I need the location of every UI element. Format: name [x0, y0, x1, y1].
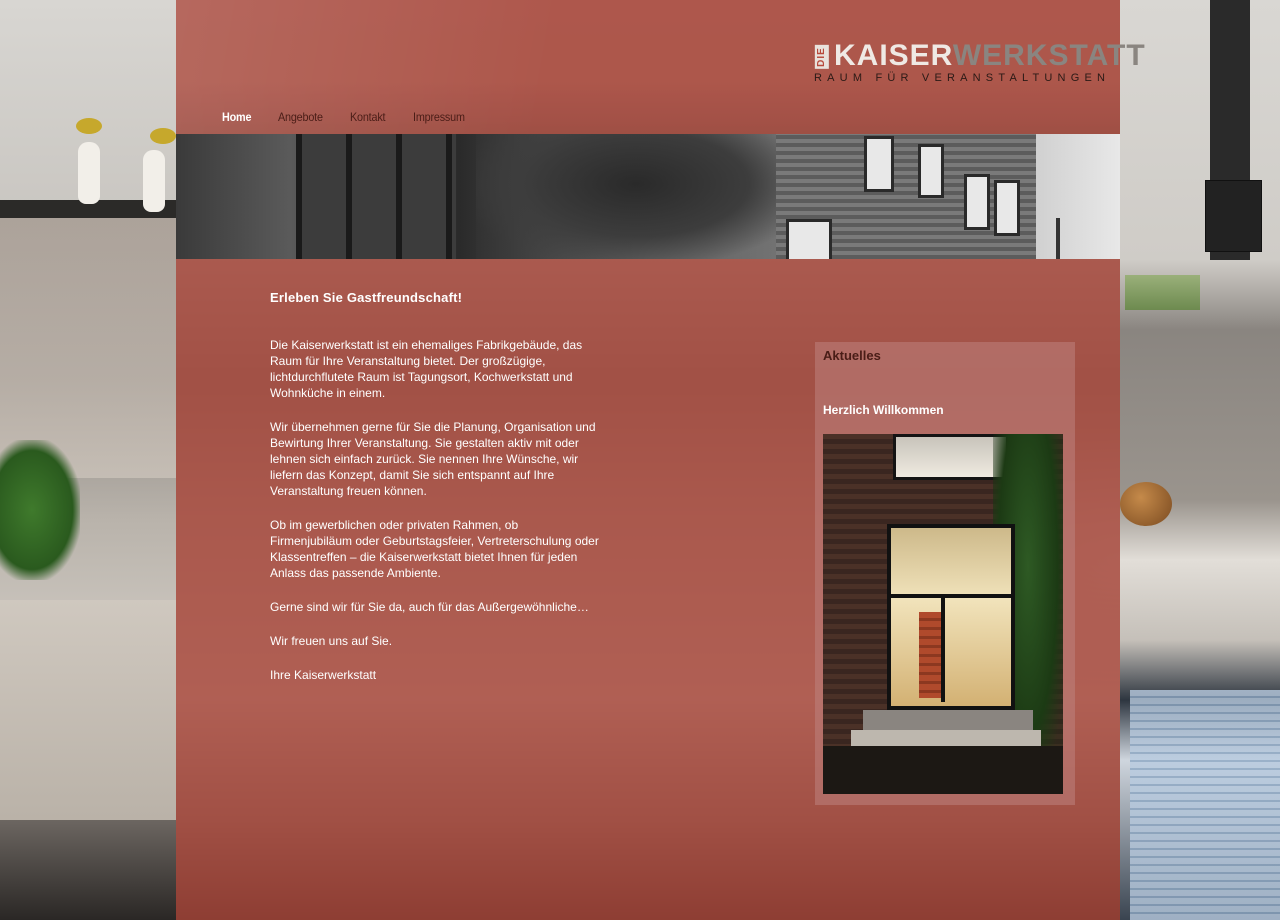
- news-photo[interactable]: [823, 434, 1063, 794]
- site-logo[interactable]: DIE KAISERWERKSTATT RAUM FÜR VERANSTALTU…: [814, 40, 1145, 86]
- background-plant: [0, 440, 80, 580]
- logo-wordmark: KAISERWERKSTATT: [834, 40, 1146, 72]
- banner-door: [296, 134, 456, 259]
- background-plates: [1130, 690, 1280, 920]
- logo-name-part2: WERKSTATT: [952, 39, 1146, 72]
- special-paragraph: Gerne sind wir für Sie da, auch für das …: [270, 600, 589, 614]
- nav-item-home[interactable]: Home: [222, 110, 251, 124]
- photo-step: [863, 710, 1033, 730]
- photo-glass-door: [887, 524, 1015, 710]
- welcome-paragraph: Wir freuen uns auf Sie.: [270, 634, 393, 648]
- background-bread: [1120, 482, 1172, 526]
- background-window: [0, 218, 176, 478]
- background-flower: [150, 128, 176, 144]
- photo-step: [851, 730, 1041, 746]
- logo-tagline: RAUM FÜR VERANSTALTUNGEN: [814, 72, 1111, 84]
- news-item-title[interactable]: Herzlich Willkommen: [823, 403, 944, 417]
- nav-item-kontakt[interactable]: Kontakt: [350, 110, 386, 124]
- nav-item-angebote[interactable]: Angebote: [278, 110, 323, 124]
- main-content: Erleben Sie Gastfreundschaft! Die Kaiser…: [270, 290, 600, 701]
- background-window-right: [1125, 275, 1200, 310]
- photo-door-frame: [941, 594, 945, 702]
- news-sidebar: Aktuelles Herzlich Willkommen: [815, 342, 1075, 805]
- background-vase: [143, 150, 165, 212]
- logo-name-part1: KAISER: [834, 39, 953, 72]
- occasions-paragraph: Ob im gewerblichen oder privaten Rahmen,…: [270, 518, 599, 580]
- background-flower: [76, 118, 102, 134]
- banner-window: [864, 136, 894, 192]
- intro-paragraph: Die Kaiserwerkstatt ist ein ehemaliges F…: [270, 338, 583, 400]
- main-nav: Home Angebote Kontakt Impressum: [222, 110, 470, 124]
- signature-paragraph: Ihre Kaiserwerkstatt: [270, 668, 377, 682]
- nav-item-impressum[interactable]: Impressum: [413, 110, 465, 124]
- background-vase: [78, 142, 100, 204]
- header-banner-image: [176, 134, 1120, 259]
- photo-ground: [823, 746, 1063, 794]
- photo-upper-window: [893, 434, 1009, 480]
- banner-tree: [476, 134, 796, 259]
- banner-window: [964, 174, 990, 230]
- banner-window: [994, 180, 1020, 236]
- background-speaker: [1205, 180, 1262, 252]
- banner-window: [786, 219, 832, 259]
- background-base: [0, 820, 176, 920]
- sidebar-title: Aktuelles: [823, 348, 881, 363]
- banner-window: [918, 144, 944, 198]
- photo-door-frame: [887, 594, 1015, 598]
- photo-stairs: [919, 612, 941, 698]
- services-paragraph: Wir übernehmen gerne für Sie die Planung…: [270, 420, 596, 498]
- background-counter: [0, 600, 176, 840]
- banner-street-lamp: [1056, 218, 1060, 259]
- page-title: Erleben Sie Gastfreundschaft!: [270, 290, 463, 305]
- logo-prefix: DIE: [815, 44, 830, 69]
